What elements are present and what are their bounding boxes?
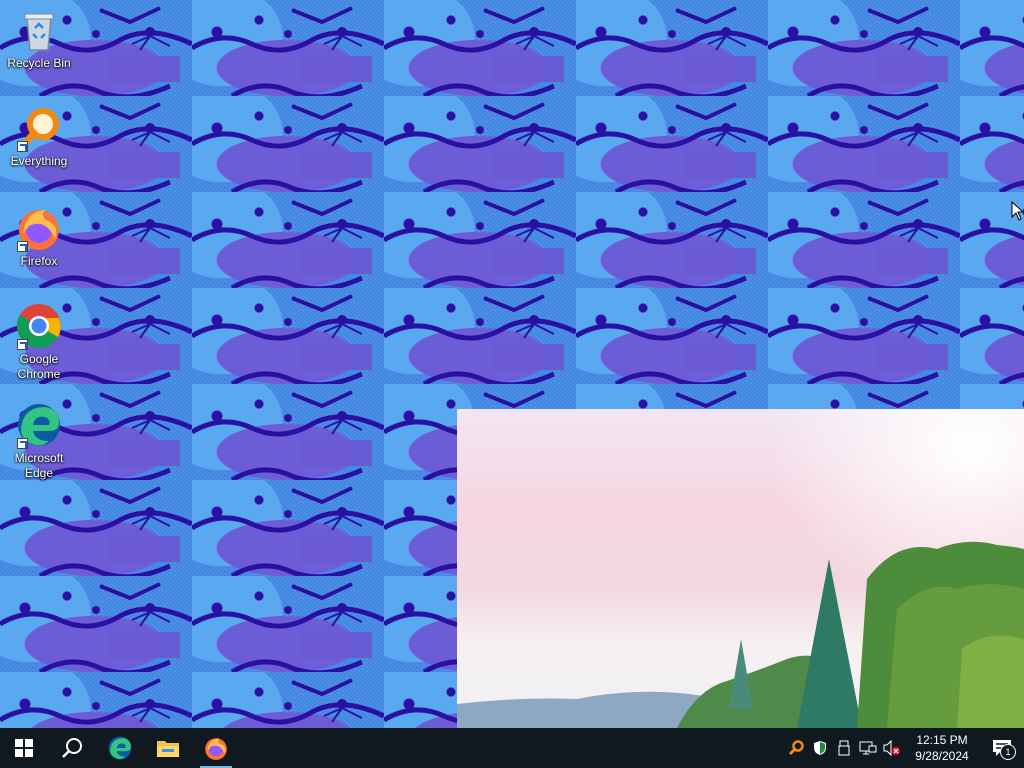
desktop-icon-microsoft-edge[interactable]: Microsoft Edge bbox=[1, 401, 77, 481]
windows-logo-icon bbox=[15, 739, 33, 757]
clock-time: 12:15 PM bbox=[916, 733, 968, 747]
everything-search-icon bbox=[15, 104, 63, 152]
search-icon bbox=[62, 738, 82, 758]
desktop-icon-label: Microsoft Edge bbox=[14, 451, 64, 480]
desktop-wallpaper[interactable]: Recycle Bin Everything Firefox Google Ch… bbox=[0, 0, 1024, 728]
start-button[interactable] bbox=[0, 728, 48, 768]
desktop-icon-label: Recycle Bin bbox=[7, 56, 71, 70]
mouse-cursor-icon bbox=[1011, 200, 1024, 226]
desktop-icon-label: Everything bbox=[10, 154, 68, 168]
desktop-icon-label: Google Chrome bbox=[17, 352, 61, 381]
firefox-icon bbox=[205, 738, 227, 760]
recycle-bin-icon bbox=[15, 6, 63, 54]
network-icon bbox=[859, 741, 877, 755]
edge-icon bbox=[108, 736, 132, 760]
folder-icon bbox=[157, 741, 179, 757]
desktop-icon-google-chrome[interactable]: Google Chrome bbox=[1, 302, 77, 382]
tray-everything-icon[interactable] bbox=[784, 728, 808, 768]
everything-search-icon bbox=[788, 740, 804, 756]
landscape-image bbox=[457, 541, 1024, 728]
taskbar-search-button[interactable] bbox=[48, 728, 96, 768]
taskbar-clock[interactable]: 12:15 PM 9/28/2024 bbox=[904, 732, 980, 764]
tray-network-icon[interactable] bbox=[856, 728, 880, 768]
tray-defender-icon[interactable] bbox=[808, 728, 832, 768]
usb-drive-icon bbox=[838, 740, 850, 756]
taskbar-file-explorer-button[interactable] bbox=[144, 728, 192, 768]
clock-date: 9/28/2024 bbox=[915, 749, 969, 763]
taskbar: 12:15 PM 9/28/2024 1 bbox=[0, 728, 1024, 768]
desktop-icon-label: Firefox bbox=[20, 254, 58, 268]
chrome-icon bbox=[15, 302, 63, 350]
notification-count-badge: 1 bbox=[1000, 744, 1016, 760]
shortcut-arrow-icon bbox=[17, 141, 28, 152]
taskbar-edge-button[interactable] bbox=[96, 728, 144, 768]
tray-usb-icon[interactable] bbox=[832, 728, 856, 768]
firefox-icon bbox=[15, 204, 63, 252]
tray-volume-icon[interactable] bbox=[880, 728, 904, 768]
shortcut-arrow-icon bbox=[17, 339, 28, 350]
shortcut-arrow-icon bbox=[17, 241, 28, 252]
photo-viewer-window[interactable] bbox=[457, 409, 1024, 728]
taskbar-firefox-button[interactable] bbox=[192, 728, 240, 768]
desktop-icon-recycle-bin[interactable]: Recycle Bin bbox=[1, 6, 77, 71]
action-center-button[interactable]: 1 bbox=[980, 728, 1024, 768]
shortcut-arrow-icon bbox=[17, 438, 28, 449]
volume-muted-icon bbox=[883, 740, 900, 756]
defender-shield-icon bbox=[814, 741, 826, 755]
edge-icon bbox=[15, 401, 63, 449]
desktop-icon-everything[interactable]: Everything bbox=[1, 104, 77, 169]
desktop-icon-firefox[interactable]: Firefox bbox=[1, 204, 77, 269]
system-tray: 12:15 PM 9/28/2024 1 bbox=[784, 728, 1024, 768]
